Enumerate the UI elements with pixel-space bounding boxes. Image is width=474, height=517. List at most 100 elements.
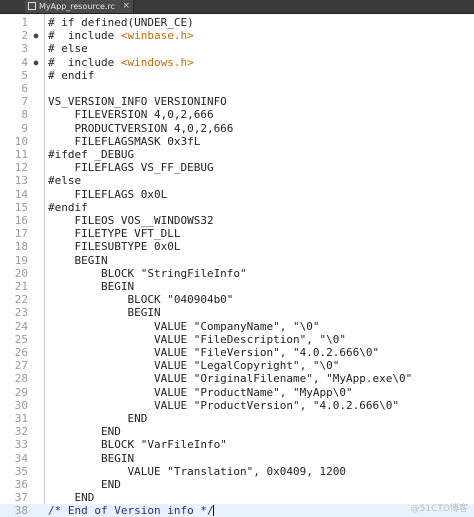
code-line[interactable]: 32 END (0, 425, 474, 438)
code-token: VALUE "OriginalFilename", "MyApp.exe\0" (48, 372, 413, 386)
code-line[interactable]: 38 /* End of Version info */ (0, 504, 474, 517)
code-text: VALUE "FileVersion", "4.0.2.666\0" (48, 346, 379, 359)
code-line[interactable]: 1 # if defined(UNDER_CE) (0, 16, 474, 29)
code-token: END (48, 491, 95, 505)
code-token: # include (48, 55, 121, 69)
code-line[interactable]: 14 FILEFLAGS 0x0L (0, 188, 474, 201)
code-line[interactable]: 29 VALUE "ProductName", "MyApp\0" (0, 386, 474, 399)
code-line[interactable]: 34 BEGIN (0, 452, 474, 465)
code-text: # endif (48, 69, 94, 82)
code-token: FILETYPE VFT_DLL (48, 227, 181, 241)
fold-marker-icon[interactable]: ● (31, 29, 41, 42)
code-text: BEGIN (48, 253, 108, 267)
code-token: FILEFLAGSMASK 0x3fL (48, 134, 201, 148)
code-line[interactable]: 2 ● # include <winbase.h> (0, 29, 474, 42)
code-line[interactable]: 26 VALUE "FileVersion", "4.0.2.666\0" (0, 346, 474, 359)
line-number: 10 (14, 134, 28, 148)
tab-file[interactable]: MyApp_resource.rc × (25, 0, 134, 13)
code-line[interactable]: 36 END (0, 478, 474, 491)
code-token: VALUE "ProductVersion", "4.0.2.666\0" (48, 398, 399, 412)
fold-marker-icon[interactable]: ● (31, 56, 41, 69)
code-token: # endif (48, 68, 95, 82)
code-token: BEGIN (48, 451, 135, 465)
comment-text: /* End of Version info */ (48, 504, 214, 517)
code-text: VALUE "ProductName", "MyApp\0" (48, 386, 353, 399)
code-line[interactable]: 35 VALUE "Translation", 0x0409, 1200 (0, 465, 474, 478)
code-line[interactable]: 20 BLOCK "StringFileInfo" (0, 267, 474, 280)
code-line[interactable]: 5 # endif (0, 69, 474, 82)
code-line[interactable]: 27 VALUE "LegalCopyright", "\0" (0, 359, 474, 372)
code-token: VS_VERSION_INFO VERSIONINFO (48, 95, 227, 109)
code-text: FILEFLAGSMASK 0x3fL (48, 135, 200, 148)
code-editor[interactable]: 1 # if defined(UNDER_CE) 2 ● # include <winb… (0, 14, 474, 517)
code-text: BEGIN (48, 306, 161, 320)
code-text: END (48, 478, 121, 491)
line-number: 11 (14, 148, 28, 161)
code-line[interactable]: 10 FILEFLAGSMASK 0x3fL (0, 135, 474, 148)
code-line[interactable]: 11 #ifdef _DEBUG (0, 148, 474, 161)
line-number: 27 (14, 359, 28, 373)
code-text: VALUE "Translation", 0x0409, 1200 (48, 465, 346, 478)
code-line[interactable]: 13 #else (0, 174, 474, 187)
code-text: # include <winbase.h> (48, 29, 194, 42)
code-token: VALUE "LegalCopyright", "\0" (48, 359, 340, 373)
line-number: 22 (14, 293, 28, 307)
code-line[interactable]: 15 #endif (0, 201, 474, 214)
code-line[interactable]: 23 BEGIN (0, 306, 474, 319)
code-line[interactable]: 8 FILEVERSION 4,0,2,666 (0, 108, 474, 121)
code-text: END (48, 491, 94, 504)
code-line[interactable]: 19 BEGIN (0, 254, 474, 267)
code-line[interactable]: 25 VALUE "FileDescription", "\0" (0, 333, 474, 346)
line-number: 15 (14, 200, 28, 214)
code-line[interactable]: 12 FILEFLAGS VS_FF_DEBUG (0, 161, 474, 174)
code-text: PRODUCTVERSION 4,0,2,666 (48, 122, 233, 135)
code-line[interactable]: 16 FILEOS VOS__WINDOWS32 (0, 214, 474, 227)
code-text: BEGIN (48, 452, 134, 465)
line-number: 34 (14, 451, 28, 465)
code-token: # if defined(UNDER_CE) (48, 16, 194, 29)
code-line[interactable]: 33 BLOCK "VarFileInfo" (0, 438, 474, 451)
code-token: BLOCK "040904b0" (48, 293, 234, 307)
line-number: 35 (14, 464, 28, 478)
code-line[interactable]: 18 FILESUBTYPE 0x0L (0, 240, 474, 253)
code-line[interactable]: 24 VALUE "CompanyName", "\0" (0, 320, 474, 333)
line-number: 19 (14, 253, 28, 267)
code-token: #else (48, 174, 82, 188)
code-text: BEGIN (48, 280, 134, 293)
code-line[interactable]: 9 PRODUCTVERSION 4,0,2,666 (0, 122, 474, 135)
code-line[interactable]: 37 END (0, 491, 474, 504)
line-number: 16 (14, 214, 28, 227)
code-text: FILEFLAGS VS_FF_DEBUG (48, 161, 214, 175)
code-line[interactable]: 17 FILETYPE VFT_DLL (0, 227, 474, 240)
code-text: VALUE "FileDescription", "\0" (48, 333, 346, 346)
line-number: 33 (14, 438, 28, 452)
code-token: END (48, 425, 121, 439)
tab-bar: MyApp_resource.rc × (0, 0, 474, 14)
tab-title: MyApp_resource.rc (39, 2, 115, 11)
line-number: 6 (21, 82, 28, 95)
code-line[interactable]: 6 (0, 82, 474, 95)
code-text: FILETYPE VFT_DLL (48, 227, 180, 240)
code-line[interactable]: 3 # else (0, 42, 474, 55)
code-token: #endif (48, 200, 88, 214)
code-token: BEGIN (48, 306, 161, 320)
code-text: FILEOS VOS__WINDOWS32 (48, 214, 213, 227)
close-icon[interactable]: × (122, 0, 130, 12)
code-line[interactable]: 30 VALUE "ProductVersion", "4.0.2.666\0" (0, 399, 474, 412)
code-text: # else (48, 42, 88, 55)
line-number: 28 (14, 372, 28, 386)
line-number: 12 (14, 161, 28, 175)
code-line[interactable]: 31 END (0, 412, 474, 425)
code-line[interactable]: 28 VALUE "OriginalFilename", "MyApp.exe\… (0, 372, 474, 385)
code-line[interactable]: 21 BEGIN (0, 280, 474, 293)
code-text: BLOCK "StringFileInfo" (48, 267, 247, 280)
code-token: FILEFLAGS VS_FF_DEBUG (48, 161, 214, 175)
code-line[interactable]: 7 VS_VERSION_INFO VERSIONINFO (0, 95, 474, 108)
code-line[interactable]: 22 BLOCK "040904b0" (0, 293, 474, 306)
line-number: 13 (14, 174, 28, 188)
code-token: FILEFLAGS 0x0L (48, 187, 168, 201)
code-token: BLOCK "VarFileInfo" (48, 438, 227, 452)
string-literal: <winbase.h> (120, 29, 194, 43)
code-token: BEGIN (48, 253, 108, 267)
code-line[interactable]: 4 ● # include <windows.h> (0, 56, 474, 69)
